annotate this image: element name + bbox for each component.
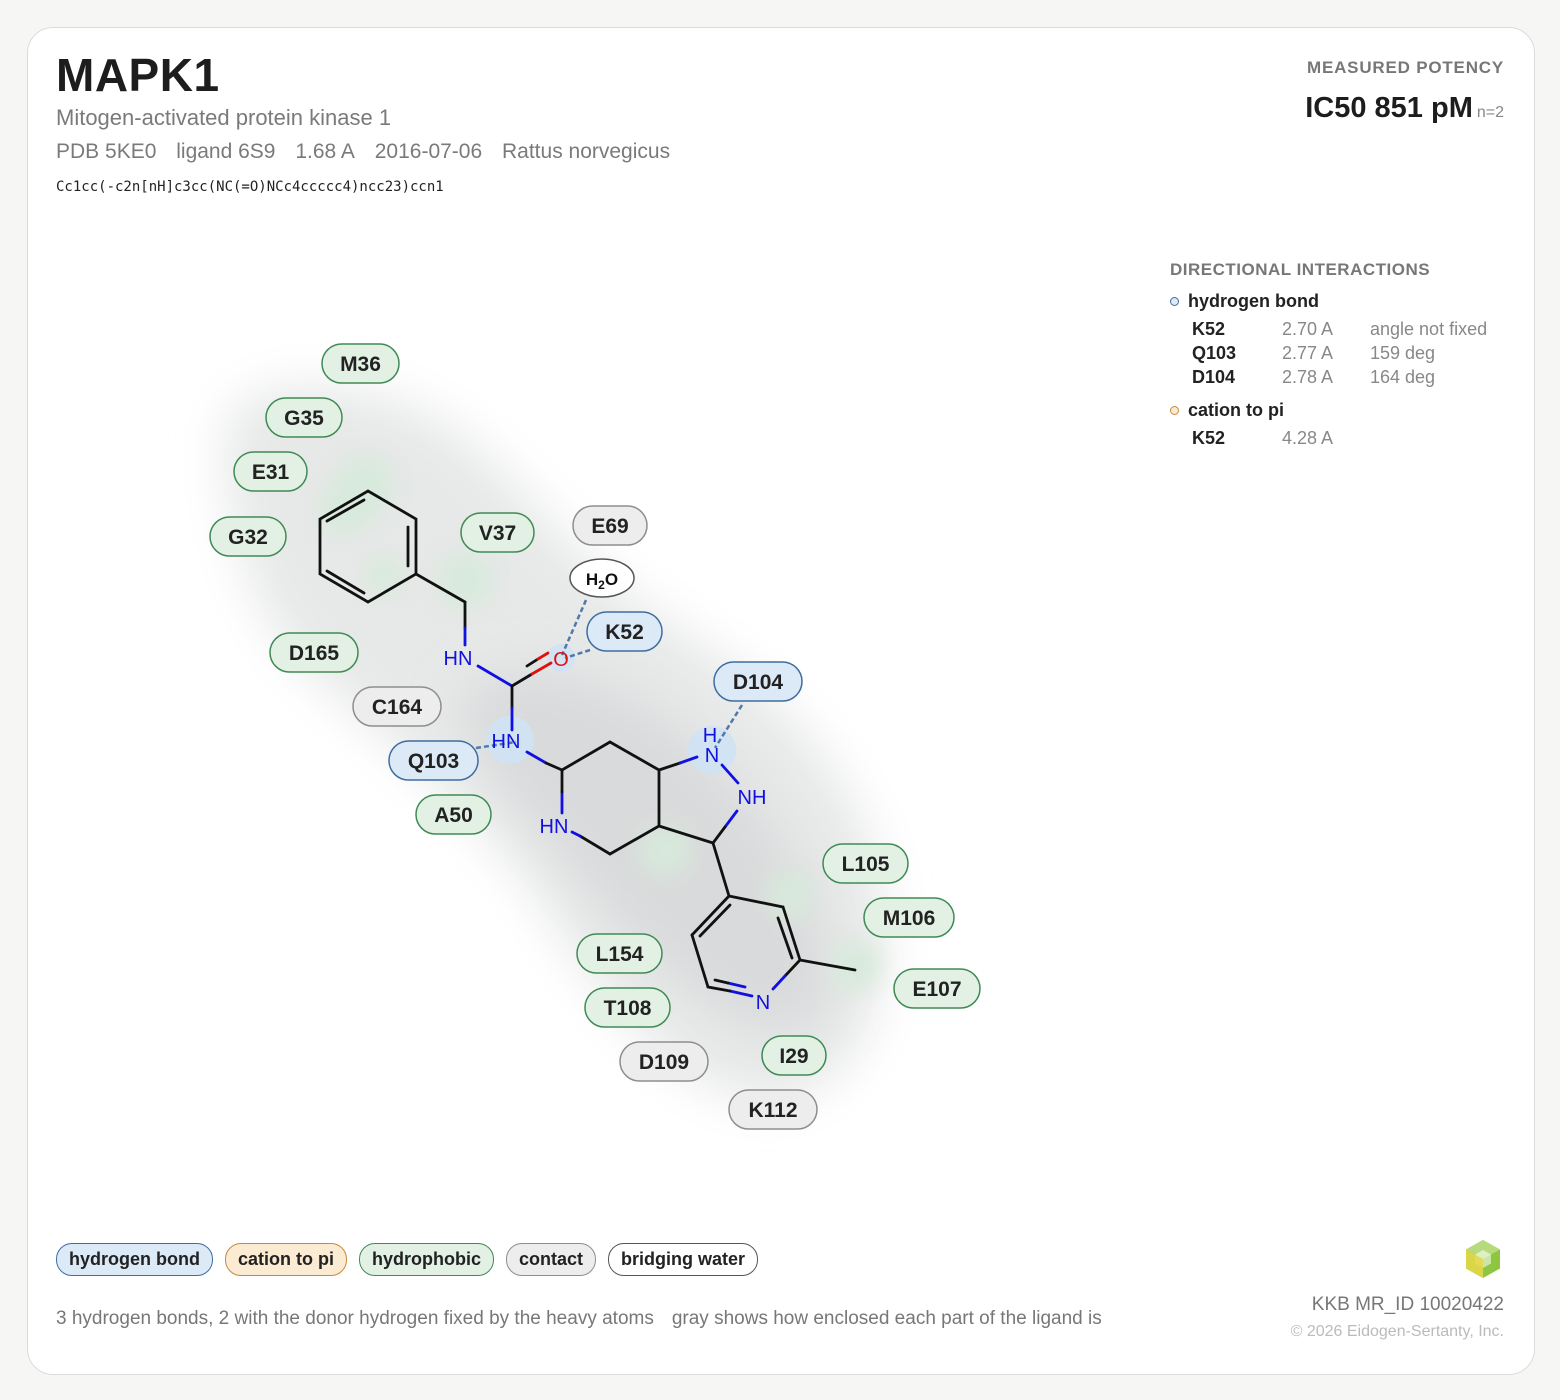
record-id: KKB MR_ID 10020422 xyxy=(1311,1294,1504,1315)
residue-E69[interactable]: E69 xyxy=(572,505,648,546)
svg-text:G35: G35 xyxy=(284,407,324,430)
svg-text:I29: I29 xyxy=(779,1045,808,1068)
residue-A50[interactable]: A50 xyxy=(415,794,492,835)
residue-C164[interactable]: C164 xyxy=(352,686,442,727)
residue-G32[interactable]: G32 xyxy=(209,516,287,557)
residue-E31[interactable]: E31 xyxy=(233,451,308,492)
atom-h: H xyxy=(703,725,717,747)
residue-K52[interactable]: K52 xyxy=(586,611,663,652)
svg-text:K52: K52 xyxy=(605,621,644,644)
svg-text:C164: C164 xyxy=(372,696,423,719)
residue-T108[interactable]: T108 xyxy=(584,987,671,1028)
svg-text:E31: E31 xyxy=(252,461,290,484)
atom-o: O xyxy=(553,649,569,671)
shading-note: gray shows how enclosed each part of the… xyxy=(671,1308,1102,1329)
svg-text:M106: M106 xyxy=(883,907,936,930)
svg-text:D109: D109 xyxy=(639,1051,689,1074)
svg-text:D165: D165 xyxy=(289,642,340,665)
svg-text:E107: E107 xyxy=(912,978,961,1001)
residue-D104[interactable]: D104 xyxy=(713,661,803,702)
footer-note: 3 hydrogen bonds, 2 with the donor hydro… xyxy=(56,1308,1120,1330)
legend-cation: cation to pi xyxy=(224,1243,347,1276)
atom-n-pyridine: N xyxy=(756,992,770,1014)
interaction-diagram: HN HN O HN NH H N N H2O M36 G35 E31 G32 … xyxy=(209,343,981,1130)
svg-text:D104: D104 xyxy=(733,671,784,694)
hbond-summary: 3 hydrogen bonds, 2 with the donor hydro… xyxy=(56,1308,654,1329)
svg-text:L154: L154 xyxy=(596,943,644,966)
residue-Q103[interactable]: Q103 xyxy=(388,740,479,781)
enclosure-shading xyxy=(225,386,886,1101)
eidogen-logo-icon xyxy=(1466,1240,1500,1278)
copyright: © 2026 Eidogen-Sertanty, Inc. xyxy=(1290,1323,1504,1340)
svg-text:G32: G32 xyxy=(228,526,268,549)
svg-text:Q103: Q103 xyxy=(408,750,459,773)
bridging-water: H2O xyxy=(569,558,635,598)
svg-text:T108: T108 xyxy=(604,997,652,1020)
residue-I29[interactable]: I29 xyxy=(761,1035,827,1076)
svg-text:A50: A50 xyxy=(434,804,473,827)
residue-L105[interactable]: L105 xyxy=(822,843,909,884)
residue-L154[interactable]: L154 xyxy=(576,933,663,974)
svg-text:L105: L105 xyxy=(842,853,890,876)
residue-G35[interactable]: G35 xyxy=(265,397,343,438)
residue-E107[interactable]: E107 xyxy=(893,968,981,1009)
residue-V37[interactable]: V37 xyxy=(460,512,535,553)
svg-text:E69: E69 xyxy=(591,515,628,538)
residue-M106[interactable]: M106 xyxy=(863,897,955,938)
atom-hn: HN xyxy=(444,648,473,670)
svg-text:M36: M36 xyxy=(340,353,381,376)
svg-text:K112: K112 xyxy=(748,1099,797,1122)
legend-hydrophobic: hydrophobic xyxy=(358,1243,494,1276)
atom-n: N xyxy=(705,745,719,767)
residue-D109[interactable]: D109 xyxy=(619,1041,709,1082)
residue-D165[interactable]: D165 xyxy=(269,632,359,673)
legend-hbond: hydrogen bond xyxy=(56,1243,213,1276)
atom-hn: HN xyxy=(492,731,521,753)
svg-text:V37: V37 xyxy=(479,522,516,545)
atom-nh: NH xyxy=(738,787,767,809)
legend: hydrogen bond cation to pi hydrophobic c… xyxy=(56,1243,759,1276)
atom-hn-ring: HN xyxy=(540,816,569,838)
residue-M36[interactable]: M36 xyxy=(321,343,400,384)
legend-water: bridging water xyxy=(608,1243,759,1276)
residue-K112[interactable]: K112 xyxy=(728,1089,818,1130)
legend-contact: contact xyxy=(505,1243,596,1276)
